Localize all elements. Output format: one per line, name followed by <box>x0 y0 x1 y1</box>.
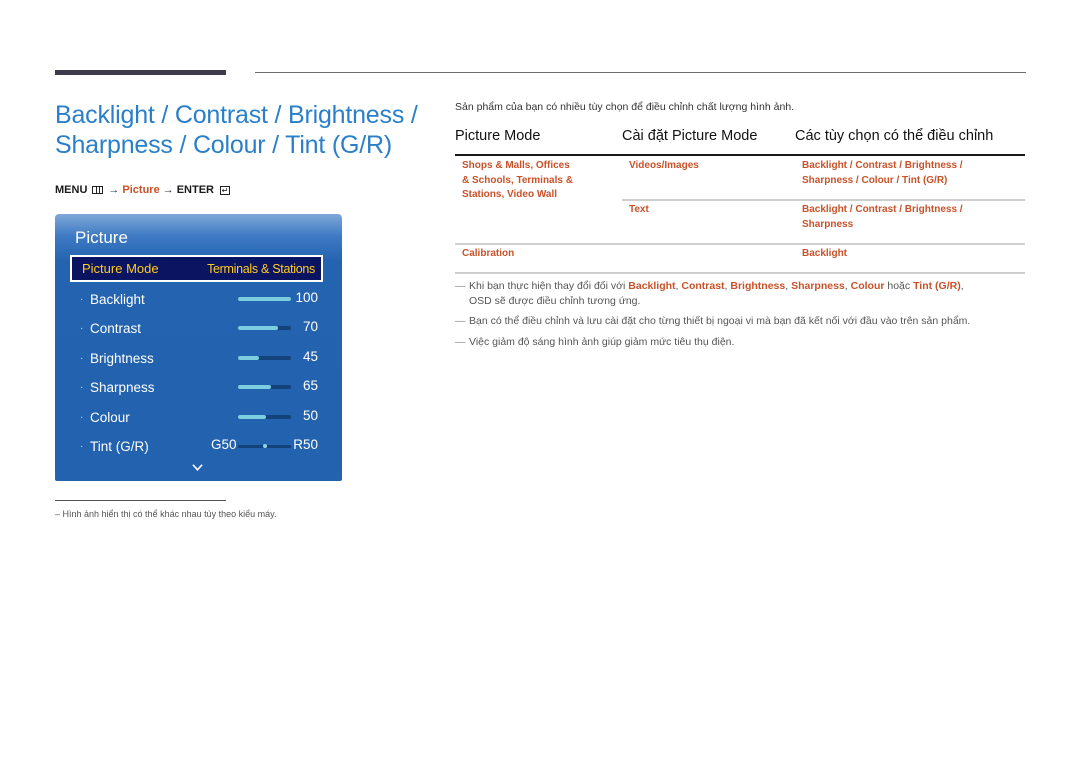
osd-item-value: 100 <box>295 290 318 305</box>
enter-label: ENTER <box>176 184 214 196</box>
osd-picture-mode-item[interactable]: Picture Mode Terminals & Stations <box>70 255 323 282</box>
term-sharpness: Sharpness <box>791 280 845 292</box>
table-header-rule <box>455 154 1025 156</box>
title-line-1: Backlight / Contrast / Brightness / <box>55 101 418 129</box>
menu-label: MENU <box>55 184 88 196</box>
brightness-slider[interactable] <box>238 356 291 360</box>
notes-list: — Khi bạn thực hiện thay đổi đối với Bac… <box>455 279 1035 355</box>
bullet-icon: · <box>80 352 84 364</box>
backlight-slider[interactable] <box>238 297 291 301</box>
table-cell-mode-group: Shops & Malls, Offices & Schools, Termin… <box>462 159 573 203</box>
bullet-icon: · <box>80 293 84 305</box>
column-header: Cài đặt Picture Mode <box>622 128 758 144</box>
term-tint: Tint (G/R) <box>913 280 961 292</box>
bullet-icon: · <box>80 411 84 423</box>
note-text: OSD sẽ được điều chỉnh tương ứng. <box>469 294 641 307</box>
osd-item-value: 65 <box>302 378 318 393</box>
slider-fill <box>238 385 271 389</box>
cell-line: Backlight / Contrast / Brightness / <box>802 204 963 215</box>
header-rule-thin <box>255 72 1026 73</box>
note-dash-icon: — <box>455 335 466 348</box>
tint-slider[interactable] <box>238 444 291 448</box>
osd-item-value: 45 <box>302 349 318 364</box>
table-cell-setting: Text <box>629 204 649 215</box>
table-cell-options: Backlight <box>802 248 848 259</box>
note-text: , <box>960 280 964 292</box>
menu-picture-label: Picture <box>122 184 160 196</box>
contrast-slider[interactable] <box>238 326 291 330</box>
cell-line: Shops & Malls, Offices <box>462 160 570 171</box>
enter-icon: ↵ <box>219 185 230 195</box>
osd-item-backlight[interactable]: · Backlight 100 <box>80 289 320 309</box>
tint-red-value: R50 <box>293 437 318 452</box>
footnote-rule <box>55 500 226 501</box>
slider-fill <box>238 326 278 330</box>
note-item: — Bạn có thể điều chỉnh và lưu cài đặt c… <box>455 314 1035 329</box>
osd-item-sharpness[interactable]: · Sharpness 65 <box>80 377 320 397</box>
header-rule-thick <box>55 70 226 75</box>
title-line-2: Sharpness / Colour / Tint (G/R) <box>55 131 392 159</box>
term-colour: Colour <box>850 280 885 292</box>
cell-line: Sharpness <box>802 218 854 230</box>
arrow-icon: → <box>108 184 120 196</box>
bullet-icon: · <box>80 440 84 452</box>
note-text: Việc giảm độ sáng hình ảnh giúp giảm mức… <box>469 335 735 348</box>
osd-item-brightness[interactable]: · Brightness 45 <box>80 348 320 368</box>
picture-mode-label: Picture Mode <box>82 261 159 276</box>
column-header: Picture Mode <box>455 128 541 144</box>
osd-item-contrast[interactable]: · Contrast 70 <box>80 318 320 338</box>
term-backlight: Backlight <box>628 280 676 292</box>
note-item: — Khi bạn thực hiện thay đổi đối với Bac… <box>455 279 1035 308</box>
arrow-icon: → <box>162 184 174 196</box>
osd-item-value: 70 <box>302 319 318 334</box>
note-dash-icon: — <box>455 315 466 327</box>
note-item: — Việc giảm độ sáng hình ảnh giúp giảm m… <box>455 335 1035 350</box>
menu-path: MENU → Picture → ENTER ↵ <box>55 184 230 196</box>
cell-line: Stations, Video Wall <box>462 189 558 200</box>
table-row-divider <box>455 243 1025 245</box>
osd-item-tint[interactable]: · Tint (G/R) G50 R50 <box>80 436 320 456</box>
intro-text: Sản phẩm của bạn có nhiều tùy chọn để đi… <box>455 101 795 113</box>
table-cell-setting: Videos/Images <box>629 160 699 171</box>
picture-mode-value: Terminals & Stations <box>207 261 315 276</box>
footnote: – Hình ảnh hiển thị có thể khác nhau tùy… <box>55 509 277 519</box>
table-cell-options: Backlight / Contrast / Brightness / Shar… <box>802 203 963 232</box>
osd-picture-menu: Picture Picture Mode Terminals & Station… <box>55 214 342 481</box>
slider-fill <box>238 356 260 360</box>
slider-fill <box>238 415 267 419</box>
note-text: Khi bạn thực hiện thay đổi đối với <box>469 280 629 292</box>
note-dash-icon: — <box>455 280 466 292</box>
cell-line: Sharpness / Colour / Tint (G/R) <box>802 174 948 186</box>
tint-green-value: G50 <box>211 437 237 452</box>
menu-icon <box>92 186 104 194</box>
sharpness-slider[interactable] <box>238 385 291 389</box>
page-title: Backlight / Contrast / Brightness / Shar… <box>55 100 435 160</box>
cell-line: & Schools, Terminals & <box>462 174 573 186</box>
osd-item-colour[interactable]: · Colour 50 <box>80 407 320 427</box>
slider-fill <box>238 297 291 301</box>
column-header: Các tùy chọn có thể điều chỉnh <box>795 128 994 144</box>
cell-line: Backlight / Contrast / Brightness / <box>802 160 963 171</box>
osd-item-value: 50 <box>302 408 318 423</box>
tint-slider-handle[interactable] <box>262 444 267 448</box>
table-header: Picture Mode Cài đặt Picture Mode Các tù… <box>455 128 1025 154</box>
colour-slider[interactable] <box>238 415 291 419</box>
bullet-icon: · <box>80 381 84 393</box>
table-row-divider <box>622 199 1025 201</box>
table-cell-mode: Calibration <box>462 248 515 259</box>
osd-title: Picture <box>75 228 128 247</box>
table-cell-options: Backlight / Contrast / Brightness / Shar… <box>802 159 963 188</box>
note-text: hoặc <box>884 280 914 292</box>
chevron-down-icon[interactable] <box>192 462 203 473</box>
table-bottom-rule <box>455 272 1025 274</box>
term-brightness: Brightness <box>730 280 786 292</box>
note-text: Bạn có thể điều chỉnh và lưu cài đặt cho… <box>469 315 971 327</box>
term-contrast: Contrast <box>681 280 725 292</box>
bullet-icon: · <box>80 322 84 334</box>
